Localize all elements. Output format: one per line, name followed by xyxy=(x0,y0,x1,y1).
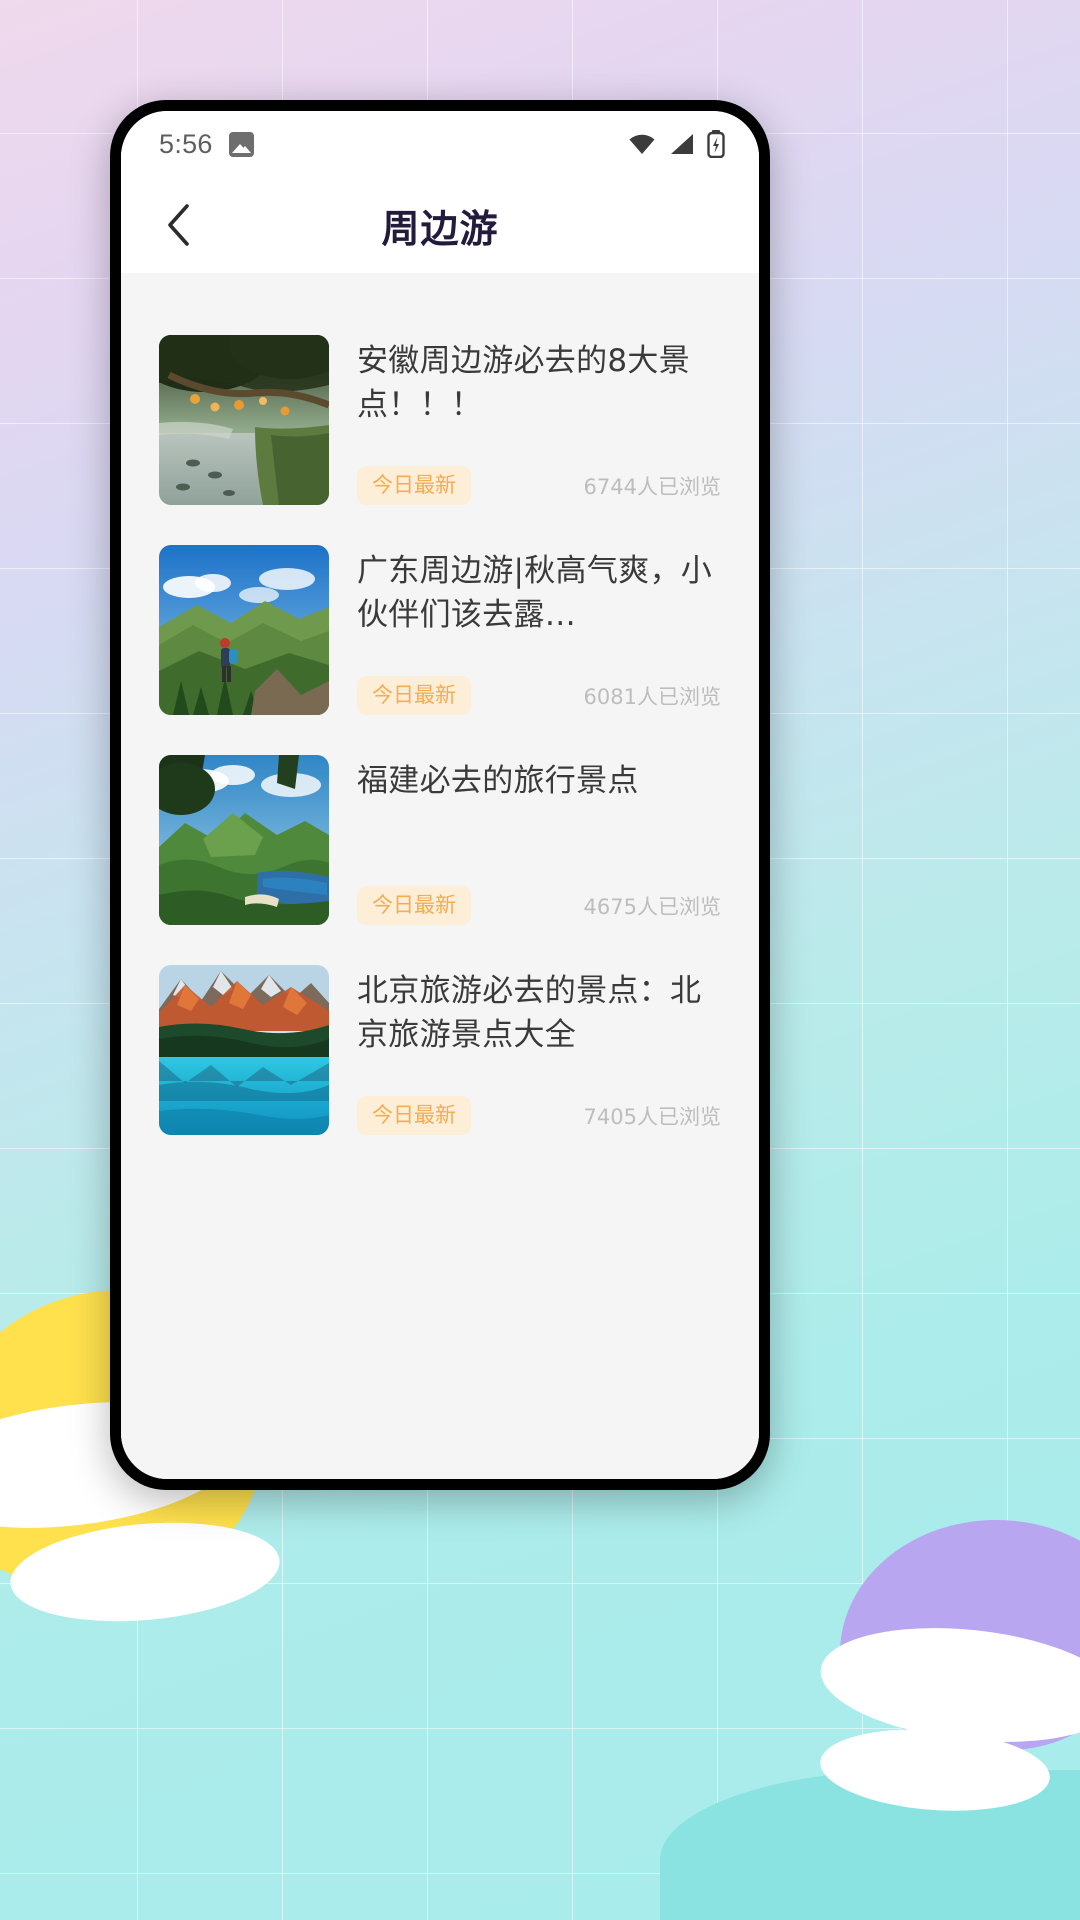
status-bar: 5:56 xyxy=(121,111,759,177)
phone-screen: 5:56 周边游 安徽周边游必去的8大景点！！！ 今日最新 6744人已浏览 广… xyxy=(121,111,759,1479)
article-title: 广东周边游|秋高气爽，小伙伴们该去露… xyxy=(357,553,713,634)
thumbnail-mountain-hiker xyxy=(159,545,329,715)
photo-icon xyxy=(228,131,254,157)
status-badge: 今日最新 xyxy=(357,1096,471,1135)
article-list: 安徽周边游必去的8大景点！！！ 今日最新 6744人已浏览 广东周边游|秋高气爽… xyxy=(121,273,759,1135)
status-badge: 今日最新 xyxy=(357,676,471,715)
thumbnail-lake-peaks xyxy=(159,965,329,1135)
article-title: 安徽周边游必去的8大景点！！！ xyxy=(357,343,691,424)
thumbnail-green-coast xyxy=(159,755,329,925)
article-meta: 今日最新 6744人已浏览 xyxy=(357,466,727,505)
thumbnail-lantern-path xyxy=(159,335,329,505)
article-title: 北京旅游必去的景点：北京旅游景点大全 xyxy=(357,973,702,1054)
status-badge: 今日最新 xyxy=(357,886,471,925)
status-bar-right xyxy=(627,130,725,158)
article-meta: 今日最新 4675人已浏览 xyxy=(357,886,727,925)
article-title: 福建必去的旅行景点 xyxy=(357,763,639,799)
view-count: 7405人已浏览 xyxy=(583,1104,721,1129)
list-item[interactable]: 福建必去的旅行景点 今日最新 4675人已浏览 xyxy=(121,755,759,925)
signal-icon xyxy=(668,132,696,156)
list-item-body: 北京旅游必去的景点：北京旅游景点大全 今日最新 7405人已浏览 xyxy=(357,965,727,1135)
app-header: 周边游 xyxy=(121,177,759,273)
article-meta: 今日最新 6081人已浏览 xyxy=(357,676,727,715)
wifi-icon xyxy=(627,132,657,156)
battery-icon xyxy=(707,130,725,158)
back-button[interactable] xyxy=(151,197,207,253)
list-item[interactable]: 北京旅游必去的景点：北京旅游景点大全 今日最新 7405人已浏览 xyxy=(121,965,759,1135)
view-count: 4675人已浏览 xyxy=(583,894,721,919)
status-time: 5:56 xyxy=(159,128,213,159)
view-count: 6744人已浏览 xyxy=(583,474,721,499)
status-badge: 今日最新 xyxy=(357,466,471,505)
phone-device-frame: 5:56 周边游 安徽周边游必去的8大景点！！！ 今日最新 6744人已浏览 广… xyxy=(110,100,770,1490)
content-scroll-area[interactable]: 安徽周边游必去的8大景点！！！ 今日最新 6744人已浏览 广东周边游|秋高气爽… xyxy=(121,273,759,1479)
article-meta: 今日最新 7405人已浏览 xyxy=(357,1096,727,1135)
list-item[interactable]: 广东周边游|秋高气爽，小伙伴们该去露… 今日最新 6081人已浏览 xyxy=(121,545,759,715)
list-item-body: 广东周边游|秋高气爽，小伙伴们该去露… 今日最新 6081人已浏览 xyxy=(357,545,727,715)
list-item[interactable]: 安徽周边游必去的8大景点！！！ 今日最新 6744人已浏览 xyxy=(121,335,759,505)
view-count: 6081人已浏览 xyxy=(583,684,721,709)
list-item-body: 福建必去的旅行景点 今日最新 4675人已浏览 xyxy=(357,755,727,925)
status-bar-left: 5:56 xyxy=(159,129,254,160)
page-title: 周边游 xyxy=(381,206,499,251)
chevron-left-icon xyxy=(164,201,194,249)
list-item-body: 安徽周边游必去的8大景点！！！ 今日最新 6744人已浏览 xyxy=(357,335,727,505)
